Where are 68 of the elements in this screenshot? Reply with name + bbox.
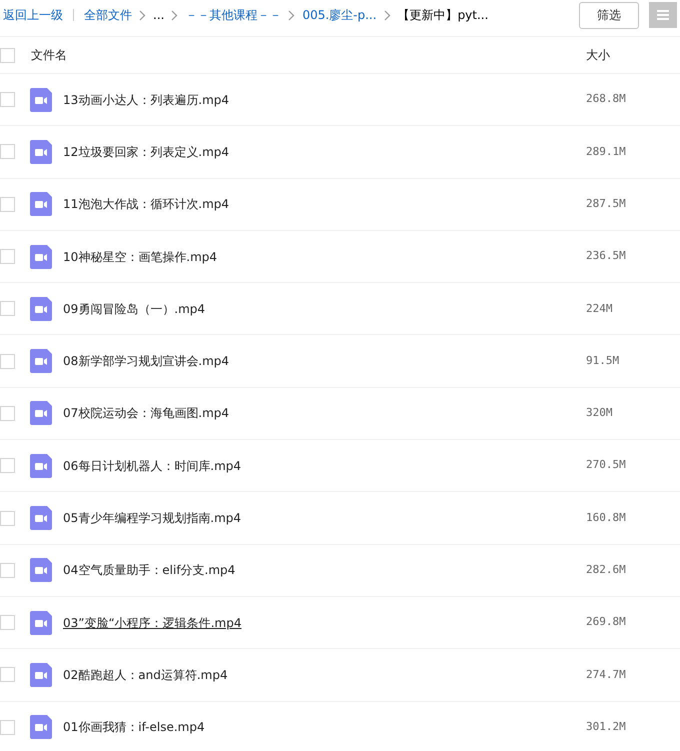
filter-button[interactable]: 筛选: [579, 2, 639, 28]
video-file-icon: [30, 715, 52, 740]
file-size: 282.6M: [586, 562, 627, 578]
file-size: 289.1M: [586, 144, 627, 160]
checkbox[interactable]: [0, 301, 15, 316]
file-name[interactable]: 06每日计划机器人：时间库.mp4: [63, 456, 242, 475]
video-file-icon: [30, 349, 52, 374]
file-size: 236.5M: [586, 248, 627, 264]
checkbox[interactable]: [0, 92, 15, 108]
file-size: 301.2M: [586, 718, 627, 735]
file-size: 320M: [586, 405, 614, 422]
chevron-right-icon: [384, 10, 391, 20]
file-size: 270.5M: [586, 457, 627, 474]
video-file-icon: [30, 454, 52, 478]
file-size: 287.5M: [586, 196, 627, 212]
video-file-icon: [30, 192, 52, 216]
file-name[interactable]: 02酷跑超人：and运算符.mp4: [63, 666, 228, 684]
file-size: 224M: [586, 300, 614, 317]
breadcrumb-link[interactable]: －－其他课程－－: [185, 6, 282, 24]
menu-button[interactable]: [649, 2, 677, 28]
breadcrumb-link[interactable]: 全部文件: [84, 6, 132, 24]
checkbox[interactable]: [0, 562, 15, 578]
video-file-icon: [30, 662, 52, 687]
video-file-icon: [30, 140, 52, 164]
checkbox[interactable]: [0, 144, 15, 160]
menu-icon: [657, 10, 669, 20]
checkbox[interactable]: [0, 667, 15, 682]
file-name[interactable]: 13动画小达人：列表遍历.mp4: [63, 90, 230, 109]
file-size: 274.7M: [586, 666, 627, 683]
checkbox[interactable]: [0, 48, 15, 62]
column-header[interactable]: 大小: [586, 46, 680, 64]
chevron-right-icon: [171, 10, 178, 20]
video-file-icon: [30, 610, 52, 635]
file-name[interactable]: 08新学部学习规划宣讲会.mp4: [63, 352, 230, 370]
file-size: 160.8M: [586, 510, 627, 526]
file-name[interactable]: 03”变脸“小程序：逻辑条件.mp4: [63, 614, 242, 632]
file-size: 268.8M: [586, 91, 627, 108]
checkbox[interactable]: [0, 406, 15, 421]
chevron-right-icon: [288, 10, 296, 20]
checkbox[interactable]: [0, 354, 15, 369]
video-file-icon: [30, 296, 52, 321]
file-name[interactable]: 05青少年编程学习规划指南.mp4: [63, 509, 242, 528]
checkbox[interactable]: [0, 720, 15, 735]
breadcrumb-item: 【更新中】pyt...: [398, 7, 488, 24]
checkbox[interactable]: [0, 510, 15, 526]
checkbox[interactable]: [0, 458, 15, 474]
breadcrumb-link[interactable]: 005.廖尘-p...: [302, 6, 377, 24]
checkbox[interactable]: [0, 196, 15, 212]
file-name[interactable]: 01你画我猜：if-else.mp4: [63, 718, 205, 736]
file-size: 91.5M: [586, 352, 620, 369]
file-name[interactable]: 09勇闯冒险岛（一）.mp4: [63, 300, 206, 318]
back-link[interactable]: 返回上一级: [3, 6, 63, 24]
file-name[interactable]: 10神秘星空：画笔操作.mp4: [63, 248, 218, 266]
video-file-icon: [30, 244, 52, 269]
video-file-icon: [30, 401, 52, 426]
breadcrumb-item: ...: [153, 7, 164, 24]
column-header[interactable]: 文件名: [31, 46, 67, 64]
file-name[interactable]: 04空气质量助手：elif分支.mp4: [63, 561, 236, 580]
video-file-icon: [30, 88, 52, 112]
file-name[interactable]: 12垃圾要回家：列表定义.mp4: [63, 142, 230, 161]
video-file-icon: [30, 558, 52, 582]
checkbox[interactable]: [0, 249, 15, 264]
video-file-icon: [30, 506, 52, 530]
file-size: 269.8M: [586, 614, 627, 630]
file-name[interactable]: 11泡泡大作战：循环计次.mp4: [63, 195, 230, 214]
checkbox[interactable]: [0, 615, 15, 630]
file-name[interactable]: 07校院运动会：海龟画图.mp4: [63, 404, 230, 422]
chevron-right-icon: [139, 10, 146, 20]
